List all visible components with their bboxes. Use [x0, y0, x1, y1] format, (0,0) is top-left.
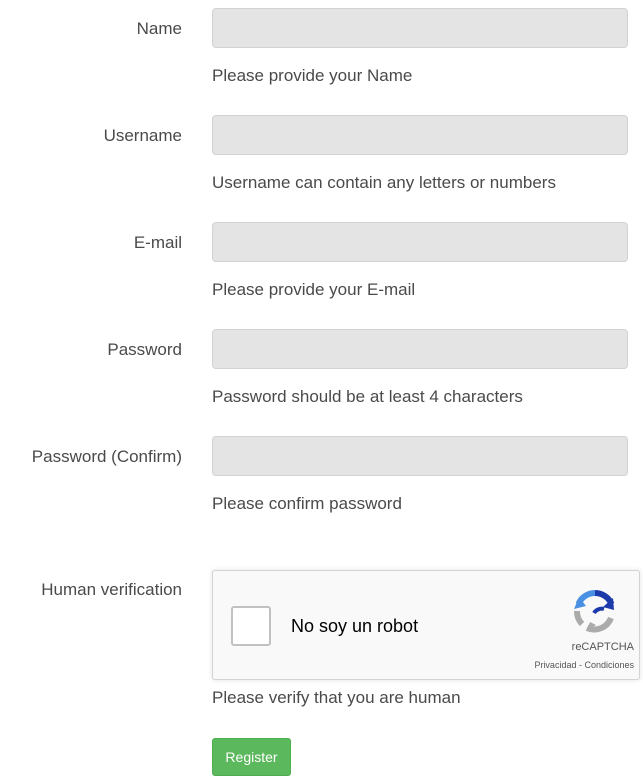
- name-input[interactable]: [212, 8, 628, 48]
- email-input[interactable]: [212, 222, 628, 262]
- human-verification-label: Human verification: [41, 580, 182, 599]
- recaptcha-checkbox[interactable]: [231, 606, 271, 646]
- password-input[interactable]: [212, 329, 628, 369]
- username-label: Username: [103, 126, 182, 145]
- recaptcha-checkbox-label: No soy un robot: [291, 616, 419, 636]
- username-help-text: Username can contain any letters or numb…: [212, 173, 556, 192]
- name-help-text: Please provide your Name: [212, 66, 413, 85]
- recaptcha-brand-text: reCAPTCHA: [571, 641, 634, 653]
- recaptcha-logo-icon: [574, 590, 615, 633]
- terms-link[interactable]: Condiciones: [584, 660, 634, 670]
- human-verification-help-text: Please verify that you are human: [212, 688, 461, 707]
- password-help-text: Password should be at least 4 characters: [212, 387, 523, 406]
- name-label: Name: [136, 19, 182, 38]
- password-label: Password: [107, 340, 182, 359]
- email-label: E-mail: [133, 233, 182, 252]
- recaptcha-links: Privacidad - Condiciones: [534, 660, 634, 671]
- privacy-link[interactable]: Privacidad: [534, 660, 576, 670]
- username-input[interactable]: [212, 115, 628, 155]
- recaptcha-widget: No soy un robot reCAPTCHA Privacidad - C…: [212, 570, 640, 680]
- password-confirm-help-text: Please confirm password: [212, 494, 402, 513]
- password-confirm-label: Password (Confirm): [31, 447, 182, 466]
- email-help-text: Please provide your E-mail: [212, 280, 416, 299]
- register-button[interactable]: Register: [212, 738, 291, 776]
- password-confirm-input[interactable]: [212, 436, 628, 476]
